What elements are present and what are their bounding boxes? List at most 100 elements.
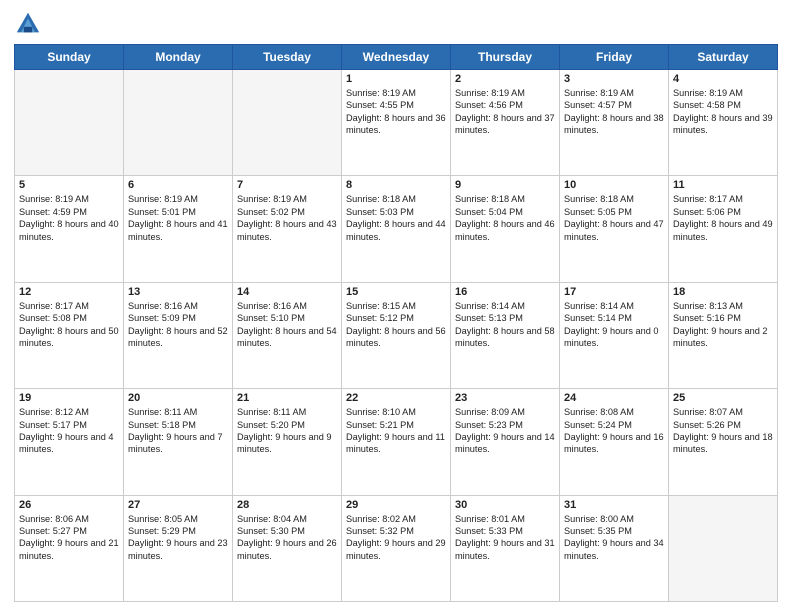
- cell-info: Sunrise: 8:18 AM Sunset: 5:03 PM Dayligh…: [346, 193, 446, 243]
- day-number: 27: [128, 499, 228, 511]
- day-number: 19: [19, 392, 119, 404]
- calendar-cell: 21Sunrise: 8:11 AM Sunset: 5:20 PM Dayli…: [233, 389, 342, 495]
- calendar-cell: 1Sunrise: 8:19 AM Sunset: 4:55 PM Daylig…: [342, 70, 451, 176]
- calendar-cell: [15, 70, 124, 176]
- logo: [14, 10, 44, 38]
- weekday-header-friday: Friday: [560, 45, 669, 70]
- calendar-cell: 4 Sunrise: 8:19 AM Sunset: 4:58 PM Daylig…: [669, 70, 778, 176]
- cell-info: Sunrise: 8:19 AM Sunset: 4:56 PM Dayligh…: [455, 87, 555, 137]
- calendar-week-3: 12 Sunrise: 8:17 AM Sunset: 5:08 PM Dayli…: [15, 282, 778, 388]
- calendar-table: SundayMondayTuesdayWednesdayThursdayFrid…: [14, 44, 778, 602]
- calendar-cell: [124, 70, 233, 176]
- cell-info: Sunrise: 8:14 AM Sunset: 5:14 PM Dayligh…: [564, 300, 664, 350]
- day-number: 18: [673, 286, 773, 298]
- day-number: 2: [455, 73, 555, 85]
- day-number: 16: [455, 286, 555, 298]
- calendar-cell: 29 Sunrise: 8:02 AM Sunset: 5:32 PM Dayli…: [342, 495, 451, 601]
- calendar-cell: 22Sunrise: 8:10 AM Sunset: 5:21 PM Dayli…: [342, 389, 451, 495]
- cell-info: Sunrise: 8:13 AM Sunset: 5:16 PM Dayligh…: [673, 300, 773, 350]
- calendar-cell: 2 Sunrise: 8:19 AM Sunset: 4:56 PM Daylig…: [451, 70, 560, 176]
- calendar-cell: 12 Sunrise: 8:17 AM Sunset: 5:08 PM Dayli…: [15, 282, 124, 388]
- weekday-header-saturday: Saturday: [669, 45, 778, 70]
- calendar-cell: 19 Sunrise: 8:12 AM Sunset: 5:17 PM Dayli…: [15, 389, 124, 495]
- calendar-cell: 3 Sunrise: 8:19 AM Sunset: 4:57 PM Daylig…: [560, 70, 669, 176]
- cell-info: Sunrise: 8:08 AM Sunset: 5:24 PM Dayligh…: [564, 406, 664, 456]
- day-number: 1: [346, 73, 446, 85]
- calendar-cell: 17 Sunrise: 8:14 AM Sunset: 5:14 PM Dayli…: [560, 282, 669, 388]
- cell-info: Sunrise: 8:00 AM Sunset: 5:35 PM Dayligh…: [564, 513, 664, 563]
- day-number: 4: [673, 73, 773, 85]
- calendar-cell: 5 Sunrise: 8:19 AM Sunset: 4:59 PM Daylig…: [15, 176, 124, 282]
- calendar-cell: [669, 495, 778, 601]
- day-number: 29: [346, 499, 446, 511]
- cell-info: Sunrise: 8:09 AM Sunset: 5:23 PM Dayligh…: [455, 406, 555, 456]
- cell-info: Sunrise: 8:11 AM Sunset: 5:20 PM Dayligh…: [237, 406, 337, 456]
- page: SundayMondayTuesdayWednesdayThursdayFrid…: [0, 0, 792, 612]
- day-number: 17: [564, 286, 664, 298]
- cell-info: Sunrise: 8:05 AM Sunset: 5:29 PM Dayligh…: [128, 513, 228, 563]
- calendar-cell: 23Sunrise: 8:09 AM Sunset: 5:23 PM Dayli…: [451, 389, 560, 495]
- calendar-cell: 27 Sunrise: 8:05 AM Sunset: 5:29 PM Dayli…: [124, 495, 233, 601]
- calendar-cell: 11Sunrise: 8:17 AM Sunset: 5:06 PM Dayli…: [669, 176, 778, 282]
- day-number: 10: [564, 179, 664, 191]
- day-number: 9: [455, 179, 555, 191]
- day-number: 8: [346, 179, 446, 191]
- calendar-cell: 7Sunrise: 8:19 AM Sunset: 5:02 PM Daylig…: [233, 176, 342, 282]
- calendar-cell: 25 Sunrise: 8:07 AM Sunset: 5:26 PM Dayli…: [669, 389, 778, 495]
- cell-info: Sunrise: 8:19 AM Sunset: 4:58 PM Dayligh…: [673, 87, 773, 137]
- calendar-cell: 14 Sunrise: 8:16 AM Sunset: 5:10 PM Dayli…: [233, 282, 342, 388]
- weekday-header-row: SundayMondayTuesdayWednesdayThursdayFrid…: [15, 45, 778, 70]
- cell-info: Sunrise: 8:01 AM Sunset: 5:33 PM Dayligh…: [455, 513, 555, 563]
- day-number: 13: [128, 286, 228, 298]
- calendar-week-1: 1Sunrise: 8:19 AM Sunset: 4:55 PM Daylig…: [15, 70, 778, 176]
- calendar-cell: 24 Sunrise: 8:08 AM Sunset: 5:24 PM Dayli…: [560, 389, 669, 495]
- header: [14, 10, 778, 38]
- calendar-cell: 15 Sunrise: 8:15 AM Sunset: 5:12 PM Dayli…: [342, 282, 451, 388]
- cell-info: Sunrise: 8:15 AM Sunset: 5:12 PM Dayligh…: [346, 300, 446, 350]
- day-number: 15: [346, 286, 446, 298]
- day-number: 28: [237, 499, 337, 511]
- calendar-week-2: 5 Sunrise: 8:19 AM Sunset: 4:59 PM Daylig…: [15, 176, 778, 282]
- day-number: 11: [673, 179, 773, 191]
- day-number: 26: [19, 499, 119, 511]
- cell-info: Sunrise: 8:10 AM Sunset: 5:21 PM Dayligh…: [346, 406, 446, 456]
- calendar-cell: 9 Sunrise: 8:18 AM Sunset: 5:04 PM Daylig…: [451, 176, 560, 282]
- day-number: 14: [237, 286, 337, 298]
- day-number: 30: [455, 499, 555, 511]
- calendar-cell: 30 Sunrise: 8:01 AM Sunset: 5:33 PM Dayli…: [451, 495, 560, 601]
- cell-info: Sunrise: 8:19 AM Sunset: 5:01 PM Dayligh…: [128, 193, 228, 243]
- day-number: 6: [128, 179, 228, 191]
- cell-info: Sunrise: 8:02 AM Sunset: 5:32 PM Dayligh…: [346, 513, 446, 563]
- cell-info: Sunrise: 8:11 AM Sunset: 5:18 PM Dayligh…: [128, 406, 228, 456]
- cell-info: Sunrise: 8:18 AM Sunset: 5:05 PM Dayligh…: [564, 193, 664, 243]
- day-number: 12: [19, 286, 119, 298]
- day-number: 7: [237, 179, 337, 191]
- logo-icon: [14, 10, 42, 38]
- cell-info: Sunrise: 8:12 AM Sunset: 5:17 PM Dayligh…: [19, 406, 119, 456]
- day-number: 5: [19, 179, 119, 191]
- cell-info: Sunrise: 8:07 AM Sunset: 5:26 PM Dayligh…: [673, 406, 773, 456]
- cell-info: Sunrise: 8:17 AM Sunset: 5:08 PM Dayligh…: [19, 300, 119, 350]
- cell-info: Sunrise: 8:19 AM Sunset: 4:59 PM Dayligh…: [19, 193, 119, 243]
- cell-info: Sunrise: 8:06 AM Sunset: 5:27 PM Dayligh…: [19, 513, 119, 563]
- calendar-week-5: 26 Sunrise: 8:06 AM Sunset: 5:27 PM Dayli…: [15, 495, 778, 601]
- day-number: 3: [564, 73, 664, 85]
- day-number: 31: [564, 499, 664, 511]
- weekday-header-monday: Monday: [124, 45, 233, 70]
- calendar-cell: 10 Sunrise: 8:18 AM Sunset: 5:05 PM Dayli…: [560, 176, 669, 282]
- day-number: 20: [128, 392, 228, 404]
- day-number: 24: [564, 392, 664, 404]
- calendar-cell: 26 Sunrise: 8:06 AM Sunset: 5:27 PM Dayli…: [15, 495, 124, 601]
- cell-info: Sunrise: 8:04 AM Sunset: 5:30 PM Dayligh…: [237, 513, 337, 563]
- day-number: 25: [673, 392, 773, 404]
- calendar-cell: 28 Sunrise: 8:04 AM Sunset: 5:30 PM Dayli…: [233, 495, 342, 601]
- calendar-cell: 8 Sunrise: 8:18 AM Sunset: 5:03 PM Daylig…: [342, 176, 451, 282]
- calendar-cell: [233, 70, 342, 176]
- cell-info: Sunrise: 8:18 AM Sunset: 5:04 PM Dayligh…: [455, 193, 555, 243]
- cell-info: Sunrise: 8:19 AM Sunset: 4:57 PM Dayligh…: [564, 87, 664, 137]
- calendar-cell: 13Sunrise: 8:16 AM Sunset: 5:09 PM Dayli…: [124, 282, 233, 388]
- calendar-cell: 6 Sunrise: 8:19 AM Sunset: 5:01 PM Daylig…: [124, 176, 233, 282]
- cell-info: Sunrise: 8:16 AM Sunset: 5:10 PM Dayligh…: [237, 300, 337, 350]
- calendar-week-4: 19 Sunrise: 8:12 AM Sunset: 5:17 PM Dayli…: [15, 389, 778, 495]
- calendar-cell: 16Sunrise: 8:14 AM Sunset: 5:13 PM Dayli…: [451, 282, 560, 388]
